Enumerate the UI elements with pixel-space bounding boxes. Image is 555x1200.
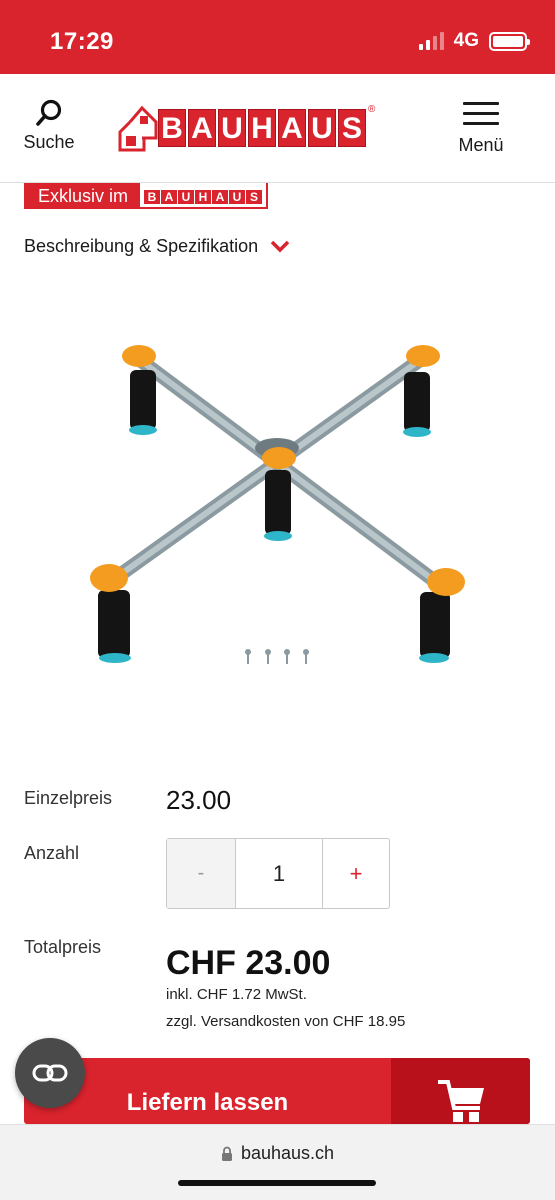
search-label: Suche xyxy=(23,132,75,152)
screws xyxy=(245,649,309,664)
shipping-note: zzgl. Versandkosten von CHF 18.95 xyxy=(166,1013,406,1030)
status-time: 17:29 xyxy=(50,28,114,55)
search-icon xyxy=(36,99,62,126)
menu-button[interactable]: Menü xyxy=(455,102,507,156)
logo-wordmark: BAUHAUS xyxy=(158,109,366,147)
link-icon xyxy=(32,1064,68,1082)
exclusive-badge-logo: BAUHAUS xyxy=(140,183,267,207)
quantity-increase-button[interactable]: + xyxy=(323,839,389,908)
lock-icon xyxy=(221,1146,232,1161)
home-indicator[interactable] xyxy=(178,1180,376,1186)
product-image[interactable] xyxy=(60,320,500,680)
leg-top-right xyxy=(403,345,440,437)
chevron-down-icon xyxy=(270,240,290,252)
url-display[interactable]: bauhaus.ch xyxy=(0,1143,555,1164)
description-label: Beschreibung & Spezifikation xyxy=(24,236,259,256)
leg-top-left xyxy=(122,345,157,435)
deliver-button[interactable]: Liefern lassen xyxy=(24,1058,530,1124)
menu-label: Menü xyxy=(458,135,504,155)
quantity-stepper: - 1 + xyxy=(166,838,390,909)
bauhaus-logo[interactable]: BAUHAUS ® xyxy=(118,104,375,152)
leg-bottom-left xyxy=(90,564,131,663)
logo-houses-icon xyxy=(118,105,158,152)
unit-price-label: Einzelpreis xyxy=(24,788,113,808)
status-indicators: 4G xyxy=(418,30,530,52)
total-price-label: Totalpreis xyxy=(24,937,102,957)
network-type: 4G xyxy=(453,30,479,51)
quantity-input[interactable]: 1 xyxy=(236,839,323,908)
vat-note: inkl. CHF 1.72 MwSt. xyxy=(166,986,307,1003)
description-toggle[interactable]: Beschreibung & Spezifikation xyxy=(24,236,290,257)
site-header: Suche BAUHAUS ® Menü xyxy=(0,74,555,183)
logo-registered-mark: ® xyxy=(368,104,376,115)
url-text: bauhaus.ch xyxy=(240,1143,335,1163)
signal-icon xyxy=(418,32,444,50)
status-bar: 17:29 4G xyxy=(0,0,555,74)
total-price-value: CHF 23.00 xyxy=(166,944,331,982)
cart-icon xyxy=(437,1080,484,1122)
quantity-decrease-button[interactable]: - xyxy=(167,839,236,908)
leg-center xyxy=(255,438,299,541)
exclusive-badge: Exklusiv im BAUHAUS xyxy=(24,183,269,209)
search-button[interactable]: Suche xyxy=(18,98,80,153)
floating-link-button[interactable] xyxy=(15,1038,85,1108)
add-to-cart-button[interactable] xyxy=(391,1058,530,1124)
unit-price-value: 23.00 xyxy=(166,785,232,815)
hamburger-icon xyxy=(463,102,499,125)
quantity-label: Anzahl xyxy=(24,843,80,863)
exclusive-badge-text: Exklusiv im xyxy=(26,183,141,207)
battery-icon xyxy=(489,31,530,51)
browser-url-bar[interactable]: bauhaus.ch xyxy=(0,1124,555,1200)
